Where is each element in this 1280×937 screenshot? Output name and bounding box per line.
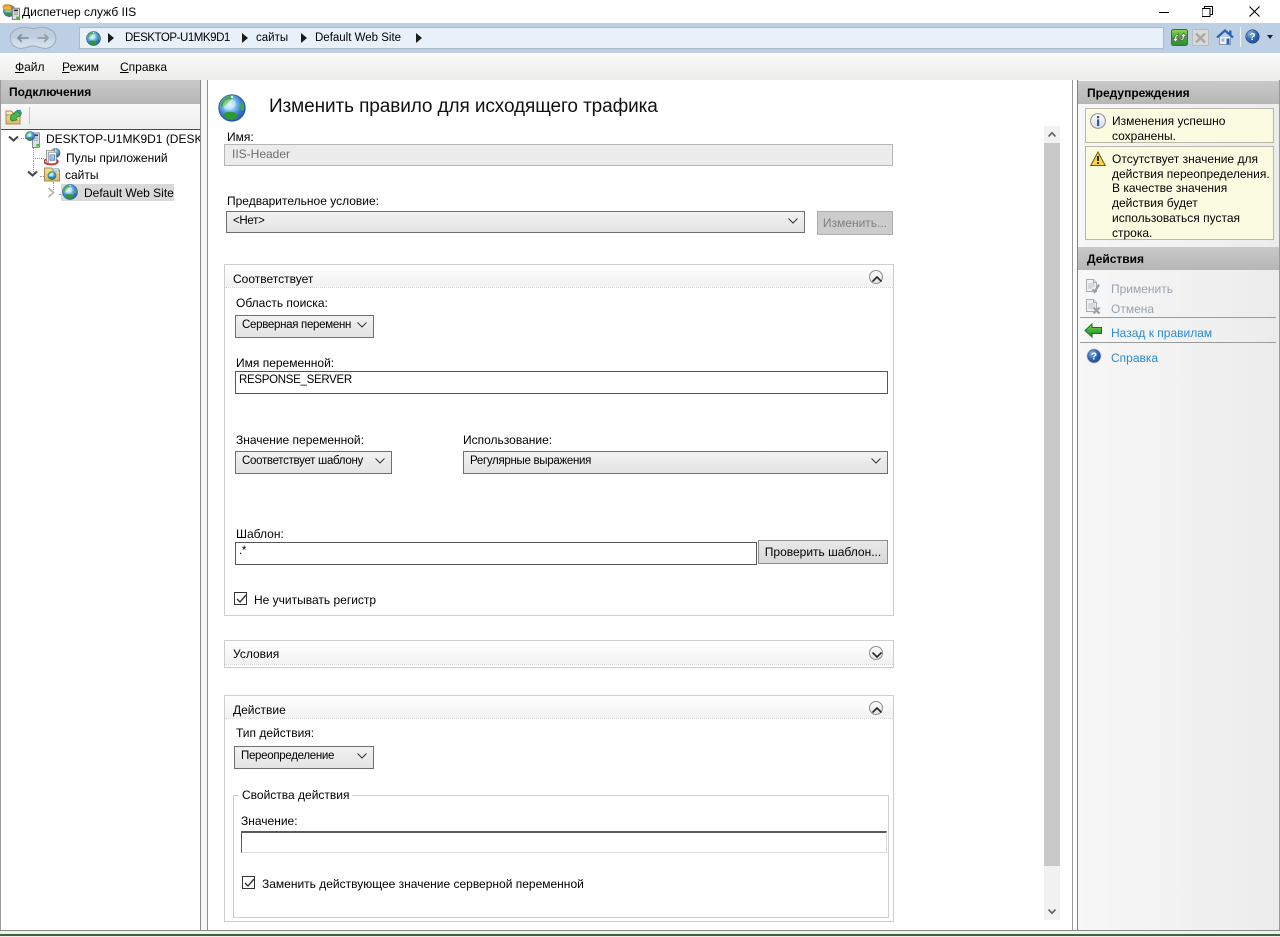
svg-text:?: ? — [1249, 31, 1255, 43]
svg-text:?: ? — [1091, 351, 1097, 362]
